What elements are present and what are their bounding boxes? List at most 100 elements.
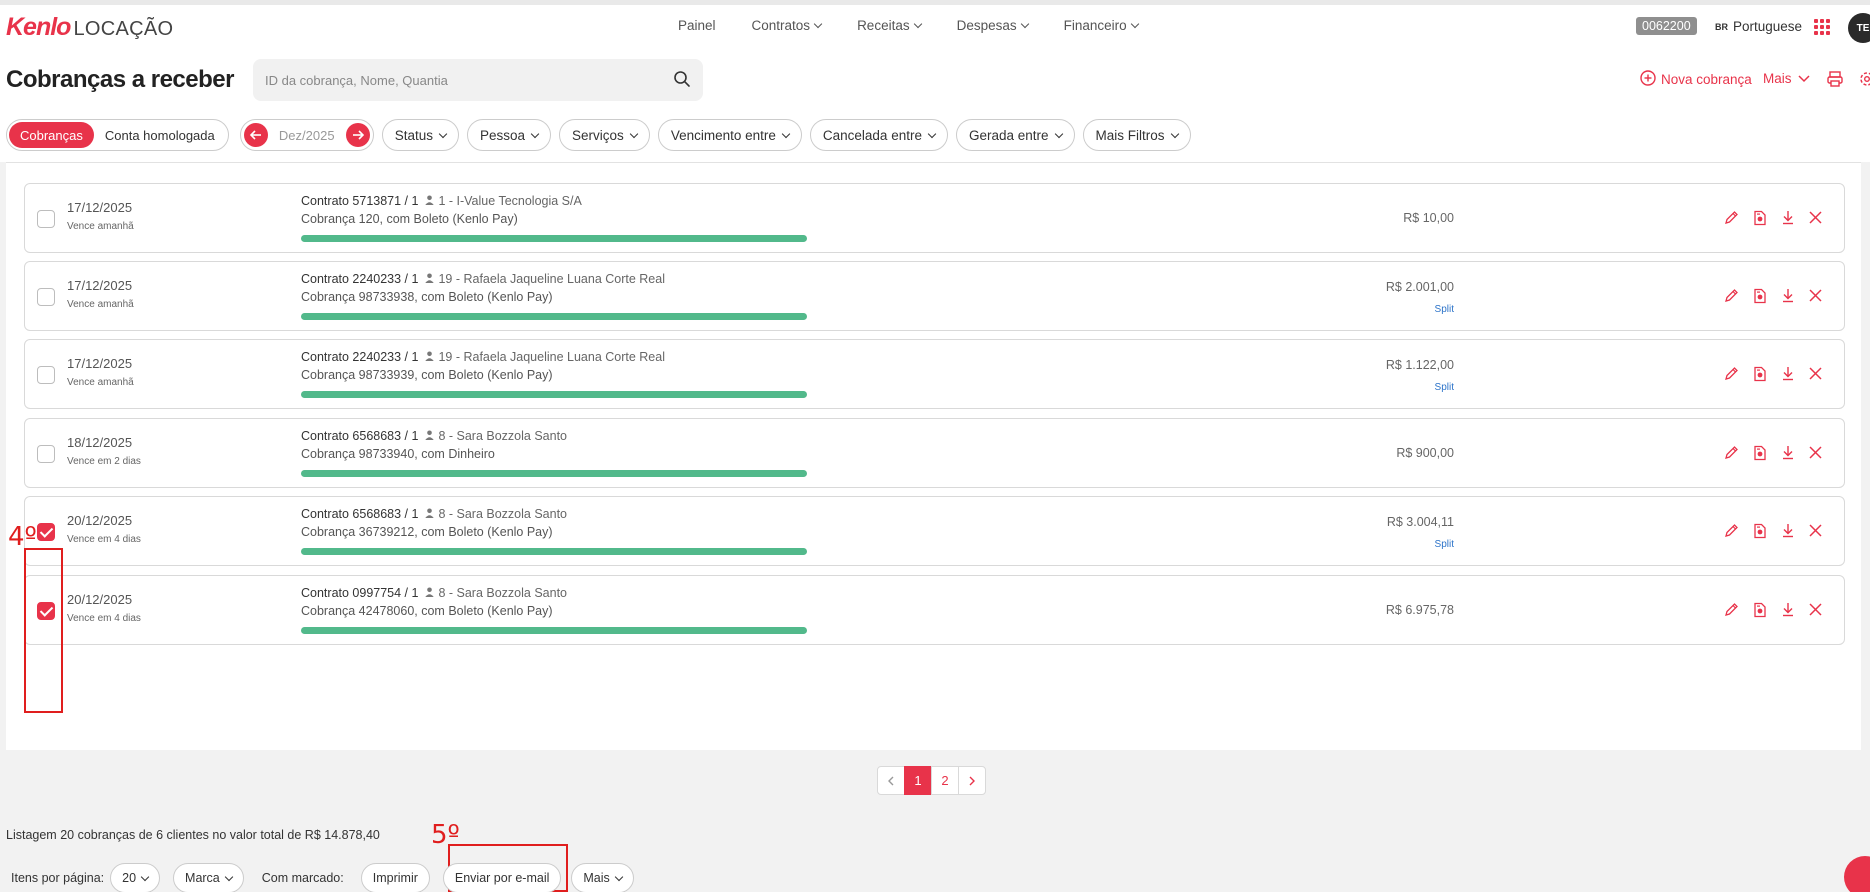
pagination-prev[interactable] (877, 766, 905, 795)
download-icon[interactable] (1779, 287, 1796, 304)
more-bulk-actions[interactable]: Mais (571, 863, 634, 892)
row-contract[interactable]: Contrato 6568683 / 1 (301, 507, 418, 521)
filter-cancelada[interactable]: Cancelada entre (809, 119, 948, 151)
close-icon[interactable] (1807, 209, 1824, 226)
filter-mais-filtros[interactable]: Mais Filtros (1082, 119, 1191, 151)
row-amount: R$ 10,00 (1403, 211, 1454, 225)
chevron-down-icon (140, 872, 150, 881)
toggle-conta-homologada[interactable]: Conta homologada (94, 122, 226, 148)
list-item[interactable]: 18/12/2025 Vence em 2 dias Contrato 656868… (24, 418, 1845, 488)
new-charge-button[interactable]: Nova cobrança (1640, 70, 1752, 89)
edit-icon[interactable] (1723, 601, 1740, 618)
more-menu-button[interactable]: Mais (1763, 71, 1810, 86)
items-per-page-select[interactable]: 20 (110, 863, 161, 892)
pagination-next[interactable] (958, 766, 986, 795)
filter-status[interactable]: Status (381, 119, 460, 151)
row-person[interactable]: 19 - Rafaela Jaqueline Luana Corte Real (438, 272, 665, 286)
split-badge[interactable]: Split (1435, 304, 1454, 315)
boleto-document-icon[interactable] (1751, 444, 1768, 461)
row-contract[interactable]: Contrato 6568683 / 1 (301, 429, 418, 443)
nav-painel[interactable]: Painel (678, 18, 716, 33)
download-icon[interactable] (1779, 522, 1796, 539)
nav-contratos[interactable]: Contratos (752, 18, 823, 33)
edit-icon[interactable] (1723, 444, 1740, 461)
list-item[interactable]: 17/12/2025 Vence amanhã Contrato 2240233 /… (24, 261, 1845, 331)
row-checkbox[interactable] (37, 445, 55, 463)
filter-vencimento[interactable]: Vencimento entre (657, 119, 802, 151)
edit-icon[interactable] (1723, 209, 1740, 226)
row-checkbox[interactable] (37, 288, 55, 306)
row-actions (1723, 522, 1824, 539)
download-icon[interactable] (1779, 209, 1796, 226)
language-selector[interactable]: BR Portuguese (1715, 19, 1802, 34)
boleto-document-icon[interactable] (1751, 522, 1768, 539)
download-icon[interactable] (1779, 601, 1796, 618)
row-progress-bar (301, 313, 807, 320)
search-icon[interactable] (673, 70, 691, 91)
row-person[interactable]: 1 - I-Value Tecnologia S/A (438, 194, 581, 208)
pagination-page-1[interactable]: 1 (904, 766, 932, 795)
nav-despesas[interactable]: Despesas (957, 18, 1029, 33)
toggle-cobrancas[interactable]: Cobranças (9, 122, 94, 148)
current-month: Dez/2025 (278, 127, 335, 143)
pagination-page-2[interactable]: 2 (931, 766, 959, 795)
filter-row: Cobranças Conta homologada Dez/2025 Stat… (6, 119, 1191, 151)
boleto-document-icon[interactable] (1751, 287, 1768, 304)
row-checkbox[interactable] (37, 366, 55, 384)
list-item[interactable]: 20/12/2025 Vence em 4 dias Contrato 099775… (24, 575, 1845, 645)
filter-servicos[interactable]: Serviços (559, 119, 650, 151)
new-charge-label: Nova cobrança (1661, 72, 1752, 87)
print-button[interactable]: Imprimir (360, 863, 430, 892)
gear-icon[interactable] (1858, 70, 1870, 91)
boleto-document-icon[interactable] (1751, 365, 1768, 382)
split-badge[interactable]: Split (1435, 539, 1454, 550)
avatar[interactable]: TE (1848, 13, 1870, 43)
send-email-button[interactable]: Enviar por e-mail (442, 863, 562, 892)
list-item[interactable]: 20/12/2025 Vence em 4 dias Contrato 656868… (24, 496, 1845, 566)
filter-mais-filtros-label: Mais Filtros (1095, 127, 1165, 143)
arrow-left-icon[interactable] (243, 123, 268, 147)
nav-receitas-label: Receitas (857, 18, 910, 33)
close-icon[interactable] (1807, 444, 1824, 461)
row-contract[interactable]: Contrato 5713871 / 1 (301, 194, 418, 208)
nav-financeiro[interactable]: Financeiro (1064, 18, 1139, 33)
month-navigator: Dez/2025 (239, 119, 374, 151)
row-person[interactable]: 8 - Sara Bozzola Santo (438, 586, 567, 600)
list-item[interactable]: 17/12/2025 Vence amanhã Contrato 2240233 /… (24, 339, 1845, 409)
list-item[interactable]: 17/12/2025 Vence amanhã Contrato 5713871 /… (24, 183, 1845, 253)
row-contract[interactable]: Contrato 2240233 / 1 (301, 272, 418, 286)
close-icon[interactable] (1807, 287, 1824, 304)
nav-receitas[interactable]: Receitas (857, 18, 922, 33)
arrow-right-icon[interactable] (345, 123, 370, 147)
filter-pessoa[interactable]: Pessoa (467, 119, 552, 151)
boleto-document-icon[interactable] (1751, 601, 1768, 618)
chat-icon[interactable] (1844, 856, 1870, 892)
edit-icon[interactable] (1723, 522, 1740, 539)
row-checkbox[interactable] (37, 210, 55, 228)
download-icon[interactable] (1779, 365, 1796, 382)
boleto-document-icon[interactable] (1751, 209, 1768, 226)
edit-icon[interactable] (1723, 365, 1740, 382)
edit-icon[interactable] (1723, 287, 1740, 304)
marca-select[interactable]: Marca (173, 863, 244, 892)
close-icon[interactable] (1807, 601, 1824, 618)
row-due-status: Vence amanhã (67, 377, 134, 388)
row-contract[interactable]: Contrato 2240233 / 1 (301, 350, 418, 364)
person-icon (425, 507, 435, 521)
apps-grid-icon[interactable] (1814, 19, 1830, 35)
row-person[interactable]: 8 - Sara Bozzola Santo (438, 429, 567, 443)
split-badge[interactable]: Split (1435, 382, 1454, 393)
print-icon[interactable] (1826, 70, 1844, 91)
kenlo-logo[interactable]: Kenlo LOCAÇÃO (6, 13, 173, 42)
close-icon[interactable] (1807, 365, 1824, 382)
search-input[interactable] (253, 59, 653, 101)
row-person[interactable]: 19 - Rafaela Jaqueline Luana Corte Real (438, 350, 665, 364)
row-checkbox[interactable] (37, 523, 55, 541)
row-charge-description: Cobrança 98733940, com Dinheiro (301, 447, 495, 461)
logo-product: LOCAÇÃO (73, 18, 174, 40)
download-icon[interactable] (1779, 444, 1796, 461)
row-contract[interactable]: Contrato 0997754 / 1 (301, 586, 418, 600)
filter-gerada[interactable]: Gerada entre (955, 119, 1075, 151)
row-person[interactable]: 8 - Sara Bozzola Santo (438, 507, 567, 521)
close-icon[interactable] (1807, 522, 1824, 539)
